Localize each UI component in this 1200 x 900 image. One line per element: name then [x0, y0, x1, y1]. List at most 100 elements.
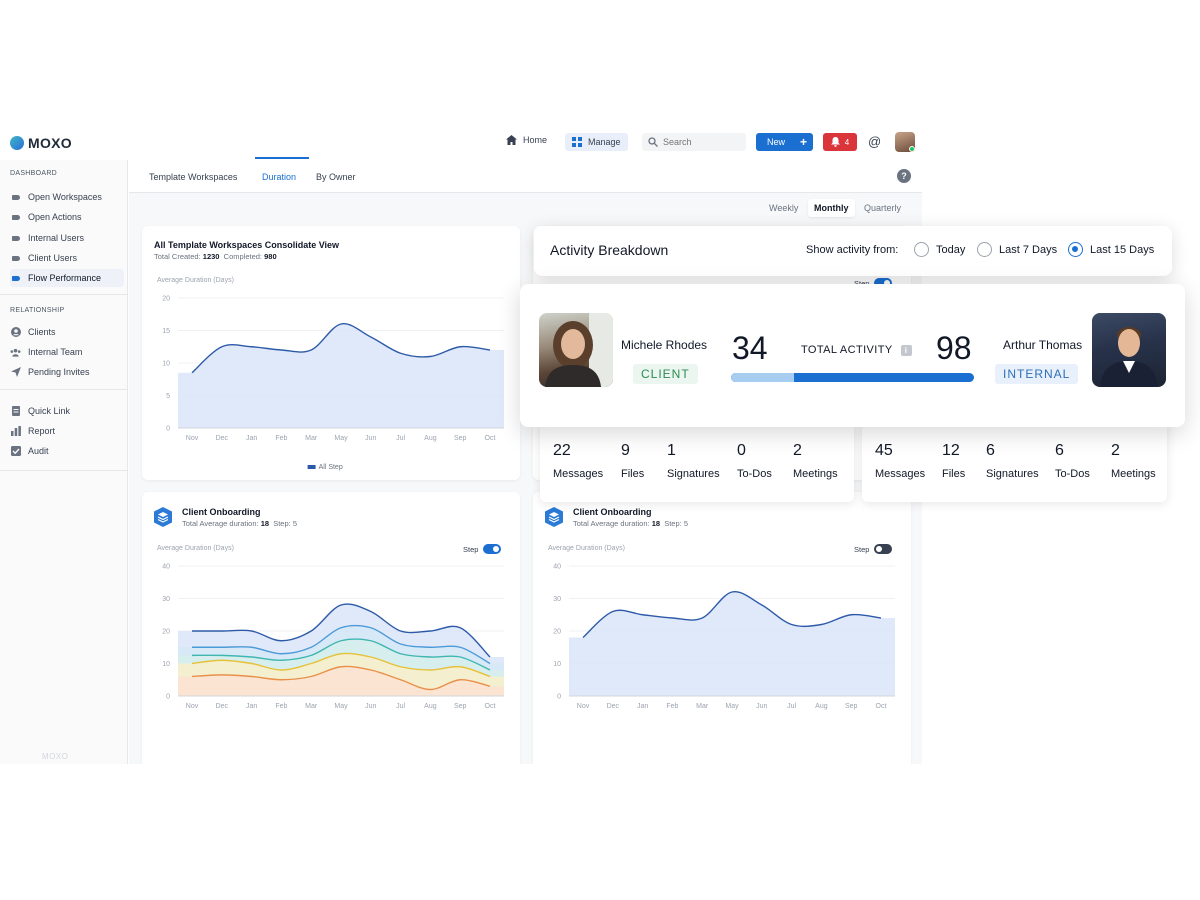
nav-manage[interactable]: Manage	[565, 133, 628, 151]
x-tick-label: Feb	[666, 703, 678, 710]
tag-icon	[10, 275, 21, 281]
home-icon	[506, 135, 517, 145]
internal-stats-card: 45 Messages 12 Files 6 Signatures 6 To-Dos 2…	[862, 418, 1167, 502]
sidebar-item-label: Internal Team	[28, 347, 83, 357]
nav-manage-label: Manage	[588, 137, 621, 147]
radio-circle-icon	[1068, 242, 1083, 257]
y-tick-label: 20	[162, 296, 170, 303]
mentions-icon[interactable]: @	[868, 134, 881, 149]
notifications-button[interactable]: 4	[823, 133, 857, 151]
nav-home[interactable]: Home	[506, 135, 547, 145]
client-role-badge: CLIENT	[633, 364, 698, 384]
x-tick-label: Oct	[876, 703, 887, 710]
internal-photo	[1092, 313, 1166, 387]
tag-icon	[10, 214, 21, 220]
y-tick-label: 20	[553, 629, 561, 636]
tab-bar: Template Workspaces Duration By Owner ?	[129, 160, 922, 193]
sidebar-item-open-workspaces[interactable]: Open Workspaces	[10, 188, 124, 206]
card-subtitle: Total Average duration: 18 Step: 5	[182, 519, 297, 528]
stat-todos: 0 To-Dos	[737, 442, 772, 480]
grid-icon	[572, 137, 582, 147]
top-bar: MOXO Home Manage New + 4 @	[0, 126, 922, 160]
stat-messages: 45 Messages	[875, 442, 926, 480]
sidebar: DASHBOARD Open Workspaces Open Actions I…	[0, 160, 128, 764]
card-title: All Template Workspaces Consolidate View	[154, 240, 340, 250]
internal-portrait-icon	[1100, 327, 1158, 387]
tab-template-workspaces[interactable]: Template Workspaces	[149, 172, 237, 182]
sidebar-item-label: Quick Link	[28, 406, 71, 416]
sidebar-item-label: Clients	[28, 327, 56, 337]
y-axis-title: Average Duration (Days)	[157, 277, 234, 284]
online-status-icon	[909, 146, 915, 152]
x-tick-label: Jan	[246, 703, 257, 710]
period-quarterly[interactable]: Quarterly	[858, 199, 907, 217]
y-tick-label: 0	[557, 694, 561, 701]
x-tick-label: Feb	[275, 435, 287, 442]
client-share-fill	[731, 373, 795, 382]
stat-messages: 22 Messages	[553, 442, 604, 480]
radio-today[interactable]: Today	[914, 242, 965, 257]
sidebar-item-label: Report	[28, 426, 56, 436]
sidebar-item-label: Flow Performance	[28, 273, 102, 283]
period-weekly[interactable]: Weekly	[763, 199, 804, 217]
sidebar-item-pending-invites[interactable]: Pending Invites	[10, 363, 124, 381]
help-icon[interactable]: ?	[897, 169, 911, 183]
y-tick-label: 40	[162, 564, 170, 571]
send-icon	[10, 367, 21, 377]
user-circle-icon	[10, 327, 21, 337]
user-avatar[interactable]	[895, 132, 915, 152]
layers-icon	[545, 507, 563, 527]
y-tick-label: 30	[162, 596, 170, 603]
checkbox-icon	[10, 446, 21, 456]
x-tick-label: Mar	[305, 435, 318, 442]
x-tick-label: Oct	[485, 703, 496, 710]
onboarding-stacked-chart: 0 10 20 30 40 Nov Dec Jan Feb Mar May Jun Jul Aug Sep O…	[162, 564, 504, 710]
radio-label: Last 7 Days	[999, 243, 1058, 256]
internal-role-badge: INTERNAL	[995, 364, 1079, 384]
onboarding-card-right: Client Onboarding Total Average duration…	[533, 492, 911, 764]
bell-icon	[830, 137, 840, 147]
bar-chart-icon	[10, 426, 21, 436]
logo[interactable]: MOXO	[10, 135, 72, 151]
sidebar-item-open-actions[interactable]: Open Actions	[10, 208, 124, 226]
sidebar-item-flow-performance[interactable]: Flow Performance	[10, 269, 124, 287]
sidebar-item-quick-link[interactable]: Quick Link	[10, 402, 124, 420]
tag-icon	[10, 255, 21, 261]
radio-label: Today	[936, 243, 966, 256]
sidebar-section-dashboard: DASHBOARD	[10, 170, 58, 177]
stat-files: 12 Files	[942, 442, 966, 480]
radio-last-15-days[interactable]: Last 15 Days	[1068, 242, 1154, 257]
y-tick-label: 30	[553, 596, 561, 603]
x-tick-label: Jun	[365, 703, 376, 710]
tab-duration[interactable]: Duration	[262, 172, 296, 182]
radio-last-7-days[interactable]: Last 7 Days	[977, 242, 1057, 257]
period-monthly[interactable]: Monthly	[808, 199, 855, 217]
x-tick-label: May	[334, 703, 348, 710]
new-button[interactable]: New +	[756, 133, 813, 151]
notification-count: 4	[844, 137, 850, 147]
sidebar-item-label: Internal Users	[28, 233, 85, 243]
sidebar-item-internal-users[interactable]: Internal Users	[10, 229, 124, 247]
y-tick-label: 40	[553, 564, 561, 571]
activity-breakdown-title: Activity Breakdown	[550, 242, 669, 258]
consolidate-card: All Template Workspaces Consolidate View…	[142, 226, 520, 480]
tab-by-owner[interactable]: By Owner	[316, 172, 356, 182]
card-title: Client Onboarding	[182, 507, 261, 517]
card-title: Client Onboarding	[573, 507, 652, 517]
sidebar-item-clients[interactable]: Clients	[10, 323, 124, 341]
sidebar-item-label: Client Users	[28, 253, 78, 263]
y-tick-label: 5	[166, 393, 170, 400]
sidebar-item-client-users[interactable]: Client Users	[10, 249, 124, 267]
client-photo	[539, 313, 613, 387]
sidebar-item-audit[interactable]: Audit	[10, 442, 124, 460]
info-icon[interactable]: i	[900, 344, 912, 356]
x-tick-label: Mar	[305, 703, 318, 710]
x-tick-label: Aug	[424, 703, 437, 710]
sidebar-item-internal-team[interactable]: Internal Team	[10, 343, 124, 361]
x-tick-label: Dec	[216, 435, 229, 442]
total-activity-panel: Michele Rhodes CLIENT 34 TOTAL ACTIVITY …	[520, 284, 1185, 427]
activity-breakdown-panel: Activity Breakdown Show activity from: T…	[534, 226, 1172, 276]
search-input[interactable]	[663, 137, 743, 147]
sidebar-item-report[interactable]: Report	[10, 422, 124, 440]
x-tick-label: Aug	[815, 703, 828, 710]
